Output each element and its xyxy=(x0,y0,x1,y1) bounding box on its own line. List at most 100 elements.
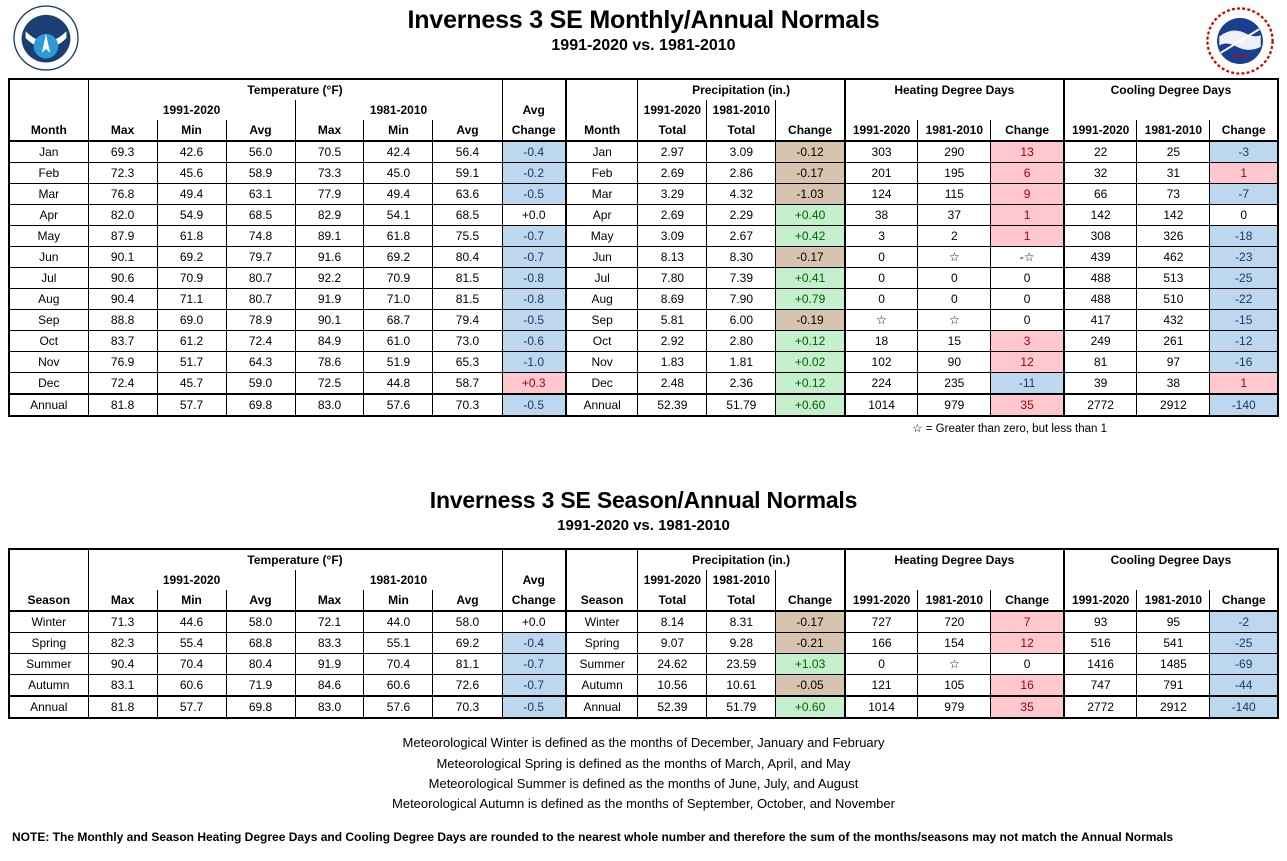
cell-hdd-old: ☆ xyxy=(917,246,992,268)
cell-temp-new-avg: 71.9 xyxy=(225,674,296,697)
cell-temp-old-max: 70.5 xyxy=(294,140,365,163)
cell-temp-old-avg: 81.5 xyxy=(432,288,503,310)
table-row: Jan 69.3 42.6 56.0 70.5 42.4 56.4 -0.4 Jan 2.97 3.… xyxy=(7,140,1280,163)
cell-temp-old-min: 70.4 xyxy=(363,653,434,676)
temp-period-new: 1991-2020 xyxy=(87,570,296,591)
cell-season-label: Spring xyxy=(7,632,89,655)
cell-temp-old-avg: 58.7 xyxy=(432,372,503,395)
cell-cdd-new: 39 xyxy=(1062,372,1138,395)
cell-temp-old-max: 73.3 xyxy=(294,162,365,184)
cell-hdd-change: 9 xyxy=(990,183,1065,205)
group-heating-degree-days: Heating Degree Days xyxy=(843,548,1065,571)
col-temp-avg-change: Change xyxy=(501,120,566,142)
cell-cdd-change: -7 xyxy=(1209,183,1280,205)
cell-temp-old-avg: 81.1 xyxy=(432,653,503,676)
cell-cdd-old: 97 xyxy=(1136,351,1211,373)
cell-temp-new-min: 55.4 xyxy=(156,632,227,655)
cell-precip-old-total: 9.28 xyxy=(706,632,777,655)
cell-hdd-change: 0 xyxy=(990,267,1065,289)
cell-temp-old-avg: 79.4 xyxy=(432,309,503,331)
col-hdd-new: 1991-2020 xyxy=(843,120,919,142)
cell-cdd-new: 516 xyxy=(1062,632,1138,655)
cell-precip-change: -0.17 xyxy=(775,246,846,268)
cell-temp-new-min: 42.6 xyxy=(156,140,227,163)
cell-temp-old-avg: 69.2 xyxy=(432,632,503,655)
cell-temp-avg-change: +0.0 xyxy=(501,610,567,634)
table-row: Jul 90.6 70.9 80.7 92.2 70.9 81.5 -0.8 Jul 7.80 7.… xyxy=(7,267,1280,289)
col-month-2: Month xyxy=(564,120,639,142)
cell-temp-old-max: 91.9 xyxy=(294,653,365,676)
cell-cdd-new: 439 xyxy=(1062,246,1138,268)
cell-cdd-change: -25 xyxy=(1209,632,1280,655)
cell-hdd-new: 224 xyxy=(843,372,919,395)
monthly-table-head: Temperature (°F) Precipitation (in.) Hea… xyxy=(7,78,1280,142)
temp-period-old: 1981-2010 xyxy=(294,100,503,120)
cell-temp-old-min: 42.4 xyxy=(363,140,434,163)
cell-hdd-old: 105 xyxy=(917,674,992,697)
cell-month-label: Jul xyxy=(7,267,89,289)
cell-temp-avg-change: +0.0 xyxy=(501,204,567,226)
cell-cdd-change: 1 xyxy=(1209,372,1280,395)
cell-temp-new-min: 69.2 xyxy=(156,246,227,268)
col-temp-old-max: Max xyxy=(294,120,365,142)
season-definition-line: Meteorological Autumn is defined as the … xyxy=(392,795,895,811)
col-cdd-change: Change xyxy=(1209,590,1280,613)
cell-hdd-change: 13 xyxy=(990,140,1065,163)
cell-precip-change: +0.12 xyxy=(775,330,846,352)
cell-precip-old-total: 7.39 xyxy=(706,267,777,289)
cell-month-label-2: Nov xyxy=(564,351,639,373)
cell-season-label-2: Annual xyxy=(564,695,639,720)
cell-cdd-change: -3 xyxy=(1209,140,1280,163)
cell-month-label: Jan xyxy=(7,140,89,163)
noaa-logo: NOAA xyxy=(12,4,80,72)
spacer-avg-change-top xyxy=(501,78,566,100)
cell-cdd-new: 22 xyxy=(1062,140,1138,163)
cell-hdd-change: 0 xyxy=(990,309,1065,331)
cell-cdd-new: 488 xyxy=(1062,288,1138,310)
corner-blank-3 xyxy=(7,570,89,591)
cell-season-label: Autumn xyxy=(7,674,89,697)
cell-season-label: Annual xyxy=(7,695,89,720)
cell-precip-new-total: 3.29 xyxy=(637,183,708,205)
cdd-group-spacer xyxy=(1062,100,1280,120)
cell-precip-old-total: 2.36 xyxy=(706,372,777,395)
final-note: NOTE: The Monthly and Season Heating Deg… xyxy=(12,830,1174,844)
cell-temp-new-min: 60.6 xyxy=(156,674,227,697)
col-month: Month xyxy=(7,120,89,142)
cell-temp-new-max: 90.4 xyxy=(87,653,158,676)
cell-precip-new-total: 52.39 xyxy=(637,695,708,720)
cell-cdd-old: 1485 xyxy=(1136,653,1211,676)
table-row: May 87.9 61.8 74.8 89.1 61.8 75.5 -0.7 May 3.09 2.… xyxy=(7,225,1280,247)
cell-temp-avg-change: -0.7 xyxy=(501,225,567,247)
cell-hdd-new: 38 xyxy=(843,204,919,226)
corner-blank-2 xyxy=(564,548,639,571)
cell-cdd-old: 95 xyxy=(1136,610,1211,634)
cell-season-label-2: Spring xyxy=(564,632,639,655)
temp-period-old: 1981-2010 xyxy=(294,570,503,591)
cell-temp-new-avg: 80.7 xyxy=(225,267,296,289)
cell-temp-new-min: 61.8 xyxy=(156,225,227,247)
cell-temp-new-avg: 79.7 xyxy=(225,246,296,268)
cell-temp-new-avg: 74.8 xyxy=(225,225,296,247)
cell-precip-change: +0.12 xyxy=(775,372,846,395)
cell-cdd-old: 510 xyxy=(1136,288,1211,310)
cell-hdd-change: 1 xyxy=(990,225,1065,247)
cell-cdd-new: 249 xyxy=(1062,330,1138,352)
season-table-head: Temperature (°F) Precipitation (in.) Hea… xyxy=(7,548,1280,613)
cell-temp-avg-change: -0.4 xyxy=(501,632,567,655)
table-row: Sep 88.8 69.0 78.9 90.1 68.7 79.4 -0.5 Sep 5.81 6.… xyxy=(7,309,1280,331)
cell-temp-new-max: 72.3 xyxy=(87,162,158,184)
precip-period-old: 1981-2010 xyxy=(706,570,777,591)
cell-temp-old-avg: 72.6 xyxy=(432,674,503,697)
cell-hdd-change: 3 xyxy=(990,330,1065,352)
cell-cdd-change: -16 xyxy=(1209,351,1280,373)
cell-cdd-old: 513 xyxy=(1136,267,1211,289)
cell-month-label-2: Jul xyxy=(564,267,639,289)
col-temp-old-max: Max xyxy=(294,590,365,613)
cell-cdd-change: -12 xyxy=(1209,330,1280,352)
table-row: Winter 71.3 44.6 58.0 72.1 44.0 58.0 +0.0 Winter… xyxy=(7,610,1280,634)
cell-precip-old-total: 8.31 xyxy=(706,610,777,634)
col-temp-old-min: Min xyxy=(363,120,434,142)
cell-temp-old-max: 91.6 xyxy=(294,246,365,268)
precip-period-old: 1981-2010 xyxy=(706,100,777,120)
